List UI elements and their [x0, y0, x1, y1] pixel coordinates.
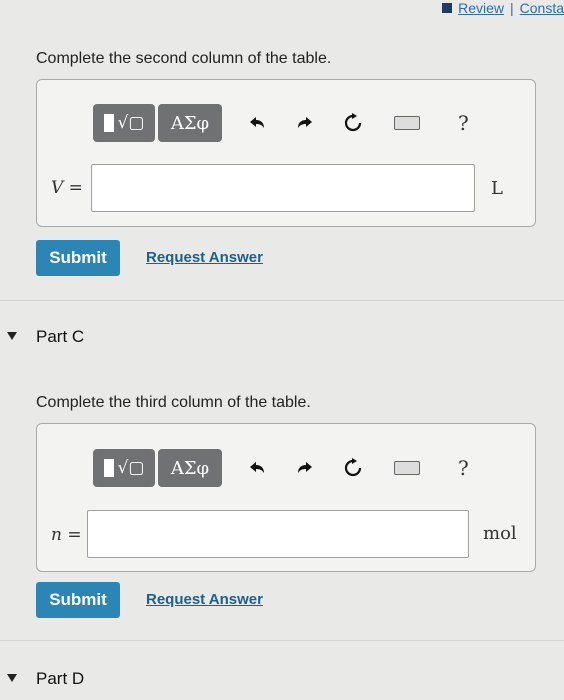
part-c-request-answer-link[interactable]: Request Answer: [146, 591, 263, 608]
help-icon[interactable]: ?: [458, 111, 469, 135]
template-block-icon: [103, 459, 114, 477]
redo-icon[interactable]: [292, 455, 318, 481]
collapse-arrow-icon[interactable]: [7, 674, 17, 682]
template-block-icon: [103, 114, 114, 132]
part-b-answer-input[interactable]: [91, 164, 475, 212]
part-c-equals: =: [61, 525, 82, 545]
divider: [0, 640, 564, 641]
part-c-prompt: Complete the third column of the table.: [36, 394, 311, 411]
part-c-variable: n: [51, 525, 62, 545]
part-c-answer-input[interactable]: [87, 510, 469, 558]
part-b-request-answer-link[interactable]: Request Answer: [146, 249, 263, 266]
review-icon: [442, 3, 453, 13]
templates-button[interactable]: √▢: [93, 104, 155, 142]
keyboard-icon[interactable]: [394, 116, 420, 130]
constants-link[interactable]: Consta: [520, 0, 564, 16]
sqrt-icon: √▢: [117, 113, 145, 133]
redo-icon[interactable]: [292, 110, 318, 136]
part-b-unit: L: [491, 178, 503, 199]
topbar-separator: |: [510, 0, 514, 16]
part-d-title: Part D: [36, 669, 85, 688]
part-c-unit: mol: [483, 523, 517, 544]
divider: [0, 300, 564, 301]
part-b-equals: =: [63, 178, 83, 198]
part-b-submit-button[interactable]: Submit: [36, 240, 120, 276]
undo-icon[interactable]: [244, 455, 270, 481]
part-c-submit-button[interactable]: Submit: [36, 582, 120, 618]
top-links: Review | Consta: [442, 0, 564, 16]
part-c-title: Part C: [36, 327, 85, 346]
collapse-arrow-icon[interactable]: [7, 332, 17, 340]
undo-icon[interactable]: [244, 110, 270, 136]
reset-icon[interactable]: [340, 110, 366, 136]
sqrt-icon: √▢: [117, 458, 145, 478]
greek-symbols-button[interactable]: ΑΣφ: [158, 104, 222, 142]
templates-button[interactable]: √▢: [93, 449, 155, 487]
greek-symbols-button[interactable]: ΑΣφ: [158, 449, 222, 487]
part-b-answer-box: √▢ ΑΣφ ? V = L: [36, 79, 536, 227]
part-b-prompt: Complete the second column of the table.: [36, 50, 332, 67]
part-b-variable: V: [51, 178, 64, 198]
keyboard-icon[interactable]: [394, 461, 420, 475]
part-b-variable-label: V =: [51, 178, 83, 198]
part-c-toolbar: √▢ ΑΣφ ?: [93, 449, 469, 487]
part-c-answer-box: √▢ ΑΣφ ? n = mol: [36, 423, 536, 572]
part-b-toolbar: √▢ ΑΣφ ?: [93, 104, 469, 142]
part-d-heading[interactable]: Part D: [7, 669, 85, 689]
help-icon[interactable]: ?: [458, 456, 469, 480]
reset-icon[interactable]: [340, 455, 366, 481]
part-c-heading[interactable]: Part C: [7, 327, 85, 347]
part-c-variable-label: n =: [51, 525, 82, 545]
review-link[interactable]: Review: [458, 0, 504, 16]
